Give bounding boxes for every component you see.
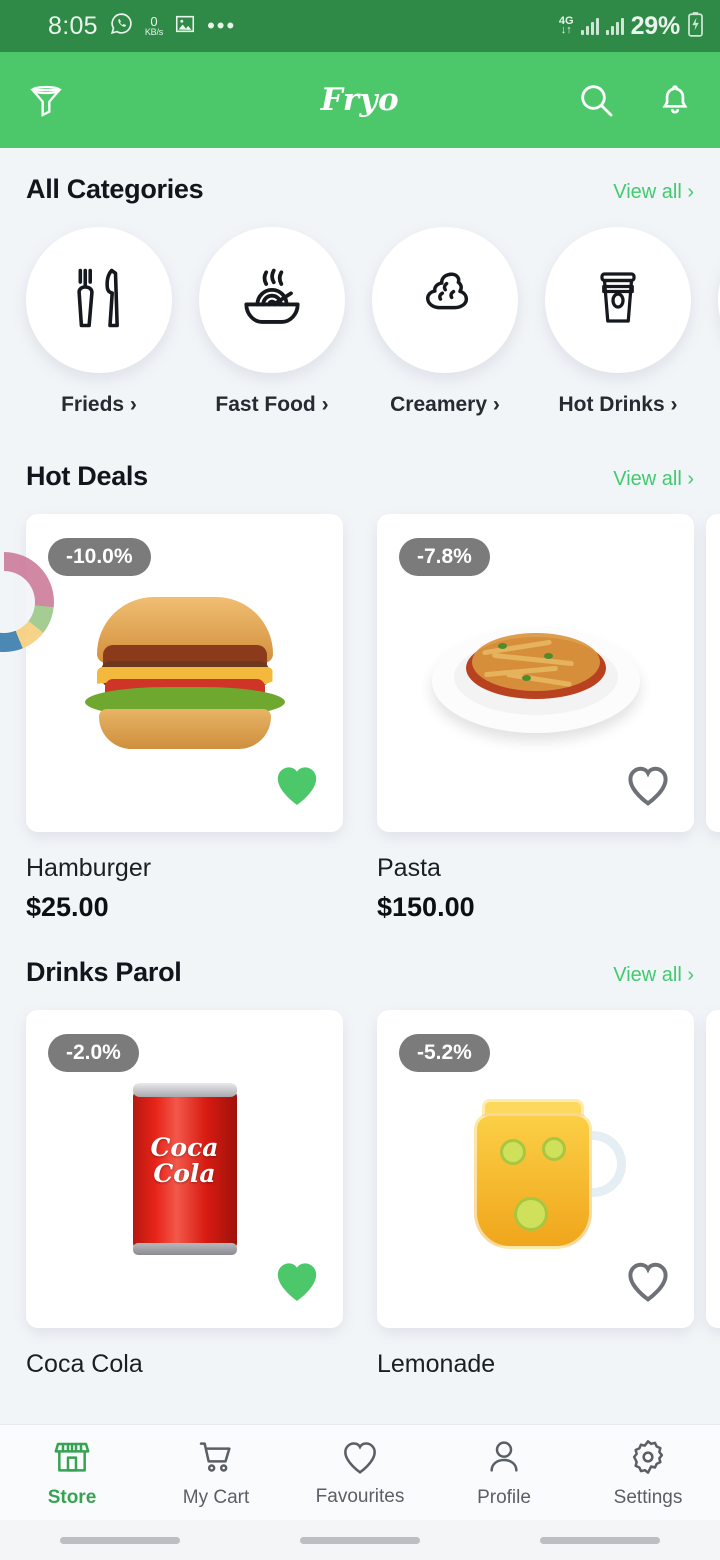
product-name: Coca Cola [26, 1350, 143, 1378]
nav-label: Profile [477, 1486, 531, 1508]
product-price: $150.00 [377, 892, 475, 922]
categories-title: All Categories [26, 174, 204, 204]
nav-label: Store [47, 1486, 97, 1508]
hot-deals-section-header: Hot Deals View all › [0, 461, 720, 492]
store-icon [52, 1437, 92, 1482]
product-card-next-partial[interactable] [706, 1010, 720, 1328]
coca-cola-can-photo: Coca Cola [75, 1079, 295, 1259]
discount-badge: -5.2% [399, 1034, 490, 1072]
nav-item-my-cart[interactable]: My Cart [144, 1437, 288, 1509]
product-card-pasta[interactable]: -7.8% Pasta $150.00 [377, 514, 694, 923]
favourite-heart-icon[interactable] [624, 763, 672, 812]
data-speed-unit: KB/s [144, 27, 164, 37]
product-image-box[interactable]: -10.0% [26, 514, 343, 832]
status-bar-right: 4G ↓↑ 29% [559, 11, 704, 42]
product-image-box[interactable]: -7.8% [377, 514, 694, 832]
product-card-next-partial[interactable] [706, 514, 720, 832]
favourite-heart-icon[interactable] [624, 1259, 672, 1308]
category-item-frieds[interactable]: Frieds › [26, 227, 172, 417]
search-icon[interactable] [576, 80, 616, 120]
can-text-line1: Coca [150, 1133, 219, 1162]
android-gesture-bar [0, 1520, 720, 1560]
ice-cream-swirl-icon [413, 266, 477, 335]
drinks-product-row[interactable]: -2.0% Coca Cola Coca Cola -5.2% Lemonade [0, 1010, 720, 1379]
gear-icon [628, 1437, 668, 1482]
pasta-plate-photo [426, 583, 646, 763]
product-name: Hamburger [26, 854, 152, 882]
product-name: Lemonade [377, 1350, 496, 1378]
drinks-view-all-link[interactable]: View all › [613, 964, 694, 987]
back-pill[interactable] [540, 1536, 660, 1544]
status-bar-left: 8:05 0 KB/s ••• [48, 11, 236, 41]
category-item-creamery[interactable]: Creamery › [372, 227, 518, 417]
image-icon [174, 13, 196, 40]
favourite-heart-icon[interactable] [273, 1259, 321, 1308]
hot-deals-view-all-link[interactable]: View all › [613, 468, 694, 491]
nav-label: My Cart [182, 1486, 250, 1508]
drinks-section-header: Drinks Parol View all › [0, 957, 720, 988]
category-item-fast-food[interactable]: Fast Food › [199, 227, 345, 417]
category-icon-circle [199, 227, 345, 373]
data-speed-indicator: 0 KB/s [145, 15, 163, 37]
nav-item-profile[interactable]: Profile [432, 1437, 576, 1509]
nav-item-settings[interactable]: Settings [576, 1437, 720, 1509]
categories-list[interactable]: Frieds › Fast Food › Creamery › Hot Drin… [0, 205, 720, 417]
battery-charging-icon [687, 11, 704, 42]
fork-knife-icon [66, 265, 132, 336]
signal-bars-sim2-icon [605, 17, 624, 35]
nav-label: Favourites [315, 1485, 405, 1507]
hamburger-photo [75, 583, 295, 763]
heart-icon [340, 1438, 380, 1481]
noodle-bowl-icon [237, 263, 307, 338]
status-time: 8:05 [48, 11, 98, 40]
category-icon-circle [26, 227, 172, 373]
juice-pitcher-photo [426, 1079, 646, 1259]
hot-deals-title: Hot Deals [26, 461, 148, 491]
bottom-navigation-bar: Store My Cart Favourites Profile Setting… [0, 1424, 720, 1520]
drinks-title: Drinks Parol [26, 957, 182, 987]
can-text-line2: Cola [153, 1159, 216, 1188]
product-card-coca-cola[interactable]: -2.0% Coca Cola Coca Cola [26, 1010, 343, 1379]
category-label: Creamery › [390, 393, 500, 416]
product-card-hamburger[interactable]: -10.0% Hamburger $25.00 [26, 514, 343, 923]
discount-badge: -7.8% [399, 538, 490, 576]
product-price: $25.00 [26, 892, 109, 922]
filter-funnel-icon[interactable] [26, 80, 66, 120]
app-bar: Fryo [0, 52, 720, 148]
status-bar: 8:05 0 KB/s ••• 4G ↓↑ 29% [0, 0, 720, 52]
more-dots-icon: ••• [207, 13, 237, 38]
category-label: Frieds › [61, 393, 137, 416]
network-type-indicator: 4G ↓↑ [559, 16, 574, 36]
network-arrows-icon: ↓↑ [560, 24, 572, 36]
category-item-hot-drinks[interactable]: Hot Drinks › [545, 227, 691, 417]
category-icon-circle [372, 227, 518, 373]
hot-deals-product-row[interactable]: -10.0% Hamburger $25.00 -7.8% Pasta $150… [0, 514, 720, 923]
favourite-heart-icon[interactable] [273, 763, 321, 812]
nav-item-favourites[interactable]: Favourites [288, 1438, 432, 1508]
recents-pill[interactable] [60, 1536, 180, 1544]
product-image-box[interactable]: -5.2% [377, 1010, 694, 1328]
category-label: Fast Food › [215, 393, 329, 416]
bell-icon[interactable] [656, 81, 694, 119]
categories-section-header: All Categories View all › [0, 174, 720, 205]
coffee-cup-icon [588, 268, 648, 333]
shopping-cart-icon [196, 1437, 236, 1482]
category-icon-circle [545, 227, 691, 373]
product-name: Pasta [377, 854, 441, 882]
nav-item-store[interactable]: Store [0, 1437, 144, 1509]
product-image-box[interactable]: -2.0% Coca Cola [26, 1010, 343, 1328]
product-card-lemonade[interactable]: -5.2% Lemonade [377, 1010, 694, 1379]
whatsapp-icon [109, 11, 134, 41]
signal-bars-sim1-icon [580, 17, 599, 35]
discount-badge: -2.0% [48, 1034, 139, 1072]
categories-view-all-link[interactable]: View all › [613, 181, 694, 204]
scroll-content[interactable]: All Categories View all › Frieds › Fast … [0, 148, 720, 1560]
home-pill[interactable] [300, 1536, 420, 1544]
discount-badge: -10.0% [48, 538, 151, 576]
person-icon [484, 1437, 524, 1482]
battery-percent-label: 29% [630, 11, 681, 40]
category-label: Hot Drinks › [558, 393, 678, 416]
nav-label: Settings [613, 1486, 683, 1508]
